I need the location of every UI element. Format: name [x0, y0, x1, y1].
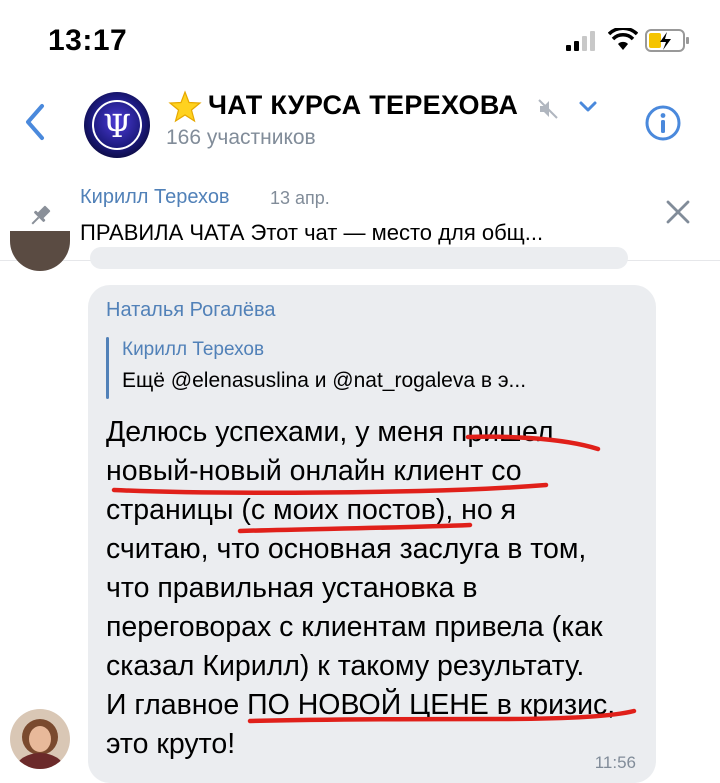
- message-line: что правильная установка в: [106, 572, 478, 604]
- members-count[interactable]: 166 участников: [166, 126, 316, 150]
- message-line: это круто!: [106, 728, 236, 760]
- chat-avatar[interactable]: Ψ: [82, 90, 152, 160]
- message-list[interactable]: Наталья Рогалёва Кирилл Терехов Ещё @ele…: [0, 231, 720, 783]
- pinned-text: ПРАВИЛА ЧАТА Этот чат — место для общ...: [80, 220, 544, 245]
- battery-icon: [645, 29, 689, 52]
- muted-icon: [538, 99, 558, 119]
- svg-text:Ψ: Ψ: [103, 107, 131, 145]
- message-line: И главное ПО НОВОЙ ЦЕНЕ в кризис,: [106, 689, 616, 721]
- sender-avatar[interactable]: [10, 709, 70, 769]
- message-line: Делюсь успехами, у меня пришел: [106, 416, 554, 448]
- back-arrow-icon[interactable]: [18, 100, 54, 144]
- status-bar: 13:17: [0, 0, 720, 84]
- reply-author[interactable]: Кирилл Терехов: [122, 339, 264, 361]
- message-line: считаю, что основная заслуга в том,: [106, 533, 587, 565]
- message-line: новый-новый онлайн клиент со: [106, 455, 522, 487]
- status-time: 13:17: [48, 24, 128, 57]
- chat-header: Ψ ЧАТ КУРСА ТЕРЕХОВА 166 участников: [0, 84, 720, 169]
- message-line: сказал Кирилл) к такому результату.: [106, 650, 585, 682]
- pin-icon: [31, 205, 51, 225]
- message-time: 11:56: [594, 753, 636, 772]
- pinned-author: Кирилл Терехов: [80, 186, 230, 208]
- close-icon[interactable]: [664, 198, 692, 226]
- message-bubble[interactable]: Наталья Рогалёва Кирилл Терехов Ещё @ele…: [88, 285, 656, 783]
- message-line: страницы (с моих постов), но я: [106, 494, 517, 526]
- signal-icon: [566, 31, 595, 51]
- wifi-icon: [608, 28, 638, 50]
- star-icon: [168, 90, 202, 123]
- info-icon[interactable]: [644, 104, 682, 142]
- reply-text[interactable]: Ещё @elenasuslina и @nat_rogaleva в э...: [122, 369, 526, 393]
- message-line: переговорах с клиентам привела (как: [106, 611, 603, 643]
- chevron-down-icon[interactable]: [578, 100, 598, 114]
- chat-title[interactable]: ЧАТ КУРСА ТЕРЕХОВА: [208, 90, 518, 121]
- message-author[interactable]: Наталья Рогалёва: [106, 299, 276, 322]
- previous-sender-avatar[interactable]: [10, 231, 70, 271]
- pinned-date: 13 апр.: [270, 188, 330, 208]
- reply-bar: [106, 337, 109, 399]
- message-text: Делюсь успехами, у меня пришел новый-нов…: [106, 413, 646, 764]
- previous-message-bubble[interactable]: [90, 247, 628, 269]
